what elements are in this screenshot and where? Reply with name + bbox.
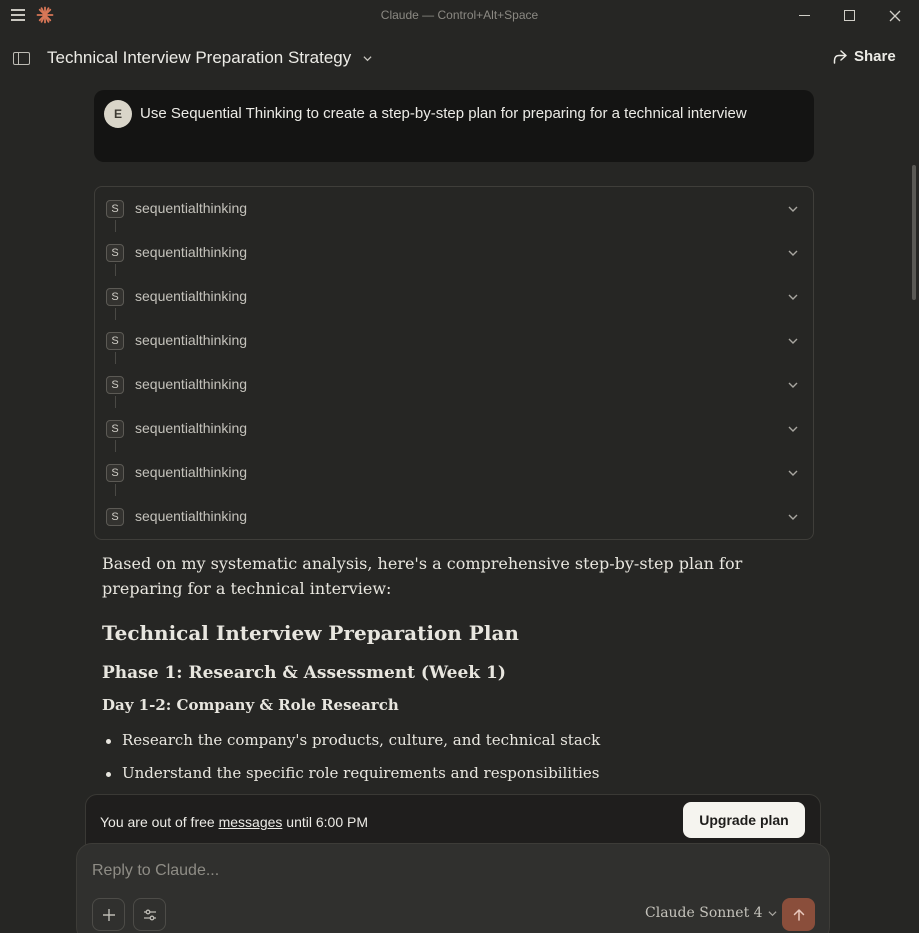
tool-call-row[interactable]: S sequentialthinking — [95, 231, 813, 276]
tool-call-row[interactable]: S sequentialthinking — [95, 275, 813, 320]
usage-limit-text: You are out of free messages until 6:00 … — [100, 814, 368, 830]
model-name: Claude Sonnet 4 — [645, 905, 763, 921]
reply-input[interactable]: Reply to Claude... — [92, 862, 219, 880]
chevron-down-icon[interactable] — [787, 379, 799, 391]
minimize-button[interactable] — [781, 0, 827, 31]
add-attachment-button[interactable] — [92, 898, 125, 931]
tool-icon: S — [106, 464, 124, 482]
arrow-up-icon — [793, 908, 804, 921]
tool-icon: S — [106, 376, 124, 394]
tool-call-row[interactable]: S sequentialthinking — [95, 495, 813, 539]
share-label: Share — [854, 48, 896, 65]
usage-text-before: You are out of free — [100, 814, 219, 830]
maximize-button[interactable] — [826, 0, 872, 31]
response-intro: Based on my systematic analysis, here's … — [102, 554, 743, 598]
upgrade-plan-button[interactable]: Upgrade plan — [683, 802, 805, 838]
tool-call-label: sequentialthinking — [135, 200, 248, 216]
tool-call-label: sequentialthinking — [135, 288, 248, 304]
chevron-down-icon[interactable] — [787, 203, 799, 215]
sidebar-toggle-icon[interactable] — [13, 52, 30, 65]
response-heading: Technical Interview Preparation Plan — [102, 621, 519, 645]
scrollbar-thumb[interactable] — [912, 165, 916, 300]
avatar: E — [104, 100, 132, 128]
tool-call-row[interactable]: S sequentialthinking — [95, 319, 813, 364]
conversation-header: Technical Interview Preparation Strategy… — [0, 34, 919, 82]
close-button[interactable] — [872, 0, 918, 31]
day-heading: Day 1-2: Company & Role Research — [102, 696, 399, 714]
tool-icon: S — [106, 244, 124, 262]
tool-calls-panel: S sequentialthinking S sequentialthinkin… — [94, 186, 814, 540]
tool-call-row[interactable]: S sequentialthinking — [95, 407, 813, 452]
send-button[interactable] — [782, 898, 815, 931]
messages-link[interactable]: messages — [219, 814, 283, 830]
tool-call-label: sequentialthinking — [135, 332, 248, 348]
tool-call-row[interactable]: S sequentialthinking — [95, 363, 813, 408]
list-item: Research the company's products, culture… — [102, 731, 600, 749]
chevron-down-icon[interactable] — [787, 423, 799, 435]
chevron-down-icon[interactable] — [787, 335, 799, 347]
tool-call-row[interactable]: S sequentialthinking — [95, 187, 813, 232]
bullet-icon — [106, 739, 111, 744]
tool-icon: S — [106, 420, 124, 438]
user-message: E Use Sequential Thinking to create a st… — [94, 90, 814, 162]
tool-call-label: sequentialthinking — [135, 376, 248, 392]
model-selector[interactable]: Claude Sonnet 4 — [645, 905, 777, 921]
chevron-down-icon[interactable] — [787, 511, 799, 523]
tool-icon: S — [106, 288, 124, 306]
tool-call-row[interactable]: S sequentialthinking — [95, 451, 813, 496]
share-arrow-icon — [833, 49, 847, 64]
chevron-down-icon — [768, 910, 777, 916]
conversation-title[interactable]: Technical Interview Preparation Strategy — [47, 48, 351, 68]
minimize-icon — [798, 14, 810, 17]
chevron-down-icon[interactable] — [363, 54, 372, 63]
plus-icon — [102, 908, 115, 921]
tool-call-label: sequentialthinking — [135, 420, 248, 436]
sliders-icon — [143, 909, 156, 920]
close-icon — [889, 10, 901, 21]
title-bar: Claude — Control+Alt+Space — [0, 0, 919, 31]
tool-call-label: sequentialthinking — [135, 244, 248, 260]
tool-icon: S — [106, 332, 124, 350]
chevron-down-icon[interactable] — [787, 467, 799, 479]
bullet-icon — [106, 772, 111, 777]
tools-button[interactable] — [133, 898, 166, 931]
reply-composer[interactable]: Reply to Claude... Claude Sonnet 4 — [76, 843, 830, 933]
tool-icon: S — [106, 508, 124, 526]
tool-call-label: sequentialthinking — [135, 464, 248, 480]
chevron-down-icon[interactable] — [787, 247, 799, 259]
share-button[interactable]: Share — [832, 48, 896, 65]
list-item-text: Understand the specific role requirement… — [122, 764, 600, 782]
user-message-text: Use Sequential Thinking to create a step… — [140, 105, 747, 122]
maximize-icon — [843, 10, 855, 21]
usage-text-after: until 6:00 PM — [282, 814, 368, 830]
list-item-text: Research the company's products, culture… — [122, 731, 601, 749]
tool-icon: S — [106, 200, 124, 218]
list-item: Understand the specific role requirement… — [102, 764, 600, 782]
phase-heading: Phase 1: Research & Assessment (Week 1) — [102, 663, 506, 683]
chevron-down-icon[interactable] — [787, 291, 799, 303]
tool-call-label: sequentialthinking — [135, 508, 248, 524]
